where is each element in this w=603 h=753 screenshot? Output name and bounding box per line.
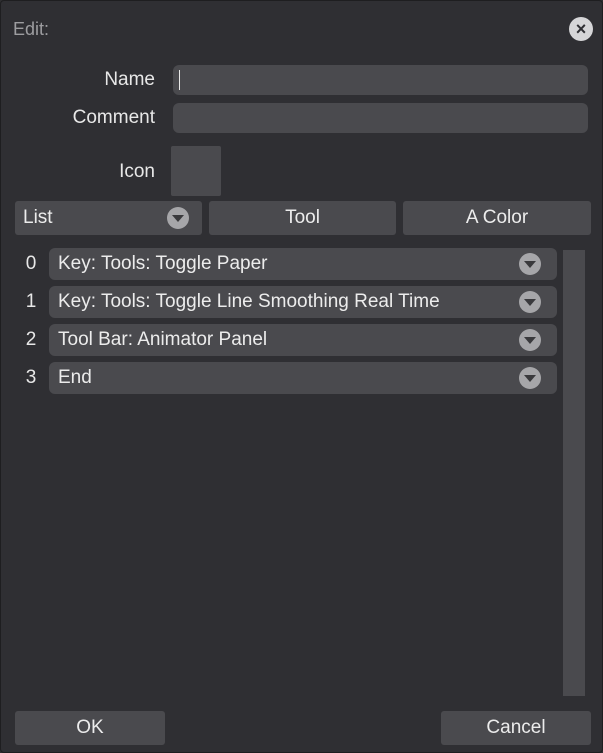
- row-index: 2: [25, 329, 37, 350]
- row-index: 3: [25, 367, 37, 388]
- chevron-down-icon: [167, 207, 189, 229]
- list-item[interactable]: Tool Bar: Animator Panel: [49, 324, 557, 356]
- comment-input[interactable]: [173, 103, 588, 133]
- dialog-title: Edit:: [13, 19, 50, 39]
- list-scrollbar[interactable]: [563, 250, 585, 696]
- list-item-label: Key: Tools: Toggle Paper: [58, 253, 268, 274]
- a-color-button-label: A Color: [465, 207, 529, 228]
- list-item[interactable]: Key: Tools: Toggle Line Smoothing Real T…: [49, 286, 557, 318]
- list-item[interactable]: Key: Tools: Toggle Paper: [49, 248, 557, 280]
- close-icon[interactable]: ×: [569, 17, 593, 41]
- tool-button-label: Tool: [285, 207, 320, 228]
- icon-label: Icon: [119, 161, 155, 182]
- ok-button[interactable]: OK: [15, 711, 165, 745]
- cancel-button[interactable]: Cancel: [441, 711, 591, 745]
- list-dropdown[interactable]: List: [15, 201, 202, 235]
- name-input[interactable]: [173, 65, 588, 95]
- tool-button[interactable]: Tool: [209, 201, 396, 235]
- name-label: Name: [104, 69, 155, 90]
- chevron-down-icon[interactable]: [519, 329, 541, 351]
- text-caret: [179, 70, 180, 90]
- a-color-button[interactable]: A Color: [403, 201, 591, 235]
- chevron-down-icon[interactable]: [519, 367, 541, 389]
- title-bar: Edit: ×: [1, 1, 602, 57]
- cancel-button-label: Cancel: [486, 717, 546, 738]
- list-item-label: Tool Bar: Animator Panel: [58, 329, 268, 350]
- list-item[interactable]: End: [49, 362, 557, 394]
- list-dropdown-label: List: [23, 207, 53, 228]
- chevron-down-icon[interactable]: [519, 291, 541, 313]
- icon-well[interactable]: [171, 146, 221, 196]
- row-index: 1: [25, 291, 37, 312]
- list-item-label: End: [58, 367, 92, 388]
- edit-dialog: Edit: × Name Comment Icon List Tool A Co…: [0, 0, 603, 753]
- chevron-down-icon[interactable]: [519, 253, 541, 275]
- comment-label: Comment: [72, 107, 155, 128]
- action-list: 0 Key: Tools: Toggle Paper 1 Key: Tools:…: [15, 243, 560, 698]
- list-item-label: Key: Tools: Toggle Line Smoothing Real T…: [58, 291, 440, 312]
- ok-button-label: OK: [76, 717, 104, 738]
- row-index: 0: [25, 253, 37, 274]
